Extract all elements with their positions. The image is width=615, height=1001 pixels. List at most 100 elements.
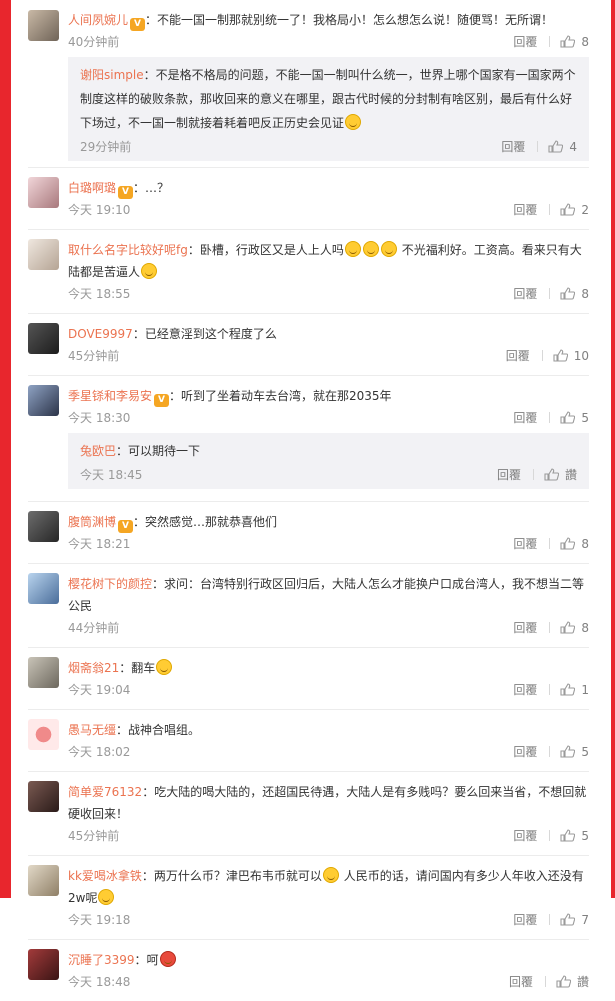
sub-reply: 兔欧巴：可以期待一下 今天 18:45 回覆 讚 [68,433,589,489]
like-count: 讚 [576,975,589,989]
like-count: 8 [581,621,589,635]
like-count: 5 [581,745,589,759]
divider [541,350,543,361]
avatar[interactable] [28,177,59,208]
reply-button[interactable]: 回覆 [506,349,530,363]
thumbs-up-icon[interactable] [556,975,571,988]
reply-button[interactable]: 回覆 [513,411,537,425]
comment-body: 烟斋翁21：翻车 [68,657,589,679]
comment-actions: 回覆 5 [513,825,589,847]
commenter-name[interactable]: 樱花树下的颜控 [68,577,152,591]
avatar[interactable] [28,781,59,812]
sub-reply-meta: 29分钟前 回覆 4 [80,135,577,159]
sub-reply-meta: 今天 18:45 回覆 讚 [80,463,577,487]
divider [549,36,551,47]
sub-reply-body: 谢阳simple：不是格不格局的问题，不能一国一制叫什么统一，世界上哪个国家有一… [80,63,577,135]
comment-meta: 今天 18:30 回覆 5 [68,407,589,429]
thumbs-up-icon[interactable] [560,287,576,300]
sub-reply: 谢阳simple：不是格不格局的问题，不能一国一制叫什么统一，世界上哪个国家有一… [68,57,589,161]
avatar[interactable] [28,511,59,542]
commenter-name[interactable]: kk爱喝冰拿铁 [68,869,142,883]
avatar[interactable] [28,865,59,896]
thumbs-up-icon[interactable] [560,35,576,48]
avatar[interactable] [28,573,59,604]
commenter-name[interactable]: 白璐啊璐 [68,181,116,195]
thumbs-up-icon[interactable] [560,683,576,696]
crying-emoji-icon [141,263,158,279]
comment-meta: 今天 19:18 回覆 7 [68,909,589,931]
reply-button[interactable]: 回覆 [501,140,525,154]
reply-button[interactable]: 回覆 [513,913,537,927]
avatar[interactable] [28,10,59,41]
commenter-name[interactable]: 人间夙婉儿 [68,13,128,27]
comment-time: 45分钟前 [68,349,120,363]
divider [549,412,551,423]
commenter-name[interactable]: 季星铩和李易安 [68,389,152,403]
reply-button[interactable]: 回覆 [513,35,537,49]
commenter-name[interactable]: 烟斋翁21 [68,661,119,675]
comment-text: ：战神合唱组。 [116,723,201,737]
comment-actions: 回覆 8 [513,283,589,305]
sweat-emoji-icon [344,241,361,257]
commenter-name[interactable]: DOVE9997 [68,327,133,341]
thumbs-up-icon[interactable] [548,140,564,153]
reply-button[interactable]: 回覆 [513,287,537,301]
reply-button[interactable]: 回覆 [513,537,537,551]
comment-item: 腹筒渊博 V ：突然感觉…那就恭喜他们 今天 18:21 回覆 8 [28,502,589,564]
comment-time: 今天 18:55 [68,287,131,301]
comment-actions: 回覆 8 [513,31,589,53]
like-count: 8 [581,35,589,49]
reply-button[interactable]: 回覆 [513,683,537,697]
avatar[interactable] [28,385,59,416]
sub-reply-name[interactable]: 谢阳simple [80,68,144,82]
thumbs-up-icon[interactable] [560,411,576,424]
avatar[interactable] [28,949,59,980]
avatar[interactable] [28,719,59,750]
crying-emoji-icon [156,659,173,675]
thumbs-up-icon[interactable] [560,537,576,550]
reply-button[interactable]: 回覆 [509,975,533,989]
reply-button[interactable]: 回覆 [497,468,521,482]
thumbs-up-icon[interactable] [553,349,568,362]
commenter-name[interactable]: 愚马无缰 [68,723,116,737]
thumbs-up-icon[interactable] [560,621,576,634]
commenter-name[interactable]: 沉睡了3399 [68,953,135,967]
sub-reply-time: 今天 18:45 [80,468,143,482]
reply-button[interactable]: 回覆 [513,745,537,759]
comment-item: 白璐啊璐 V：…？ 今天 19:10 回覆 2 [28,168,589,230]
thumbs-up-icon[interactable] [544,468,559,481]
like-count: 10 [573,349,589,363]
thumbs-up-icon[interactable] [560,829,576,842]
vip-badge-icon: V [154,394,170,407]
left-red-border [0,0,11,898]
avatar[interactable] [28,239,59,270]
comment-meta: 45分钟前 回覆 10 [68,345,589,367]
reply-button[interactable]: 回覆 [513,621,537,635]
divider [549,914,551,925]
comment-time: 今天 19:04 [68,683,131,697]
sub-reply-text: ：不是格不格局的问题，不能一国一制叫什么统一，世界上哪个国家有一国家两个制度这样… [80,68,576,130]
sub-reply-name[interactable]: 兔欧巴 [80,444,116,458]
thumbs-up-icon[interactable] [560,203,576,216]
like-count: 5 [581,829,589,843]
avatar[interactable] [28,657,59,688]
divider [544,976,546,987]
sub-reply-text: ：可以期待一下 [116,444,201,458]
thumbs-up-icon[interactable] [560,745,576,758]
comment-time: 今天 18:02 [68,745,131,759]
comment-time: 45分钟前 [68,829,120,843]
divider [549,288,551,299]
commenter-name[interactable]: 取什么名字比较好呢fg [68,243,188,257]
comment-text: ：呵 [134,953,159,967]
thumbs-up-icon[interactable] [560,913,576,926]
commenter-name[interactable]: 腹筒渊博 [68,515,116,529]
reply-button[interactable]: 回覆 [513,829,537,843]
like-count: 讚 [564,468,577,482]
comment-text: ：听到了坐着动车去台湾，就在那2035年 [169,389,392,403]
reply-button[interactable]: 回覆 [513,203,537,217]
comment-item: 樱花树下的颜控：求问：台湾特别行政区回归后，大陆人怎么才能换户口成台湾人，我不想… [28,564,589,648]
avatar[interactable] [28,323,59,354]
sub-reply-actions: 回覆 讚 [497,463,577,487]
divider [549,538,551,549]
commenter-name[interactable]: 简单爱76132 [68,785,142,799]
